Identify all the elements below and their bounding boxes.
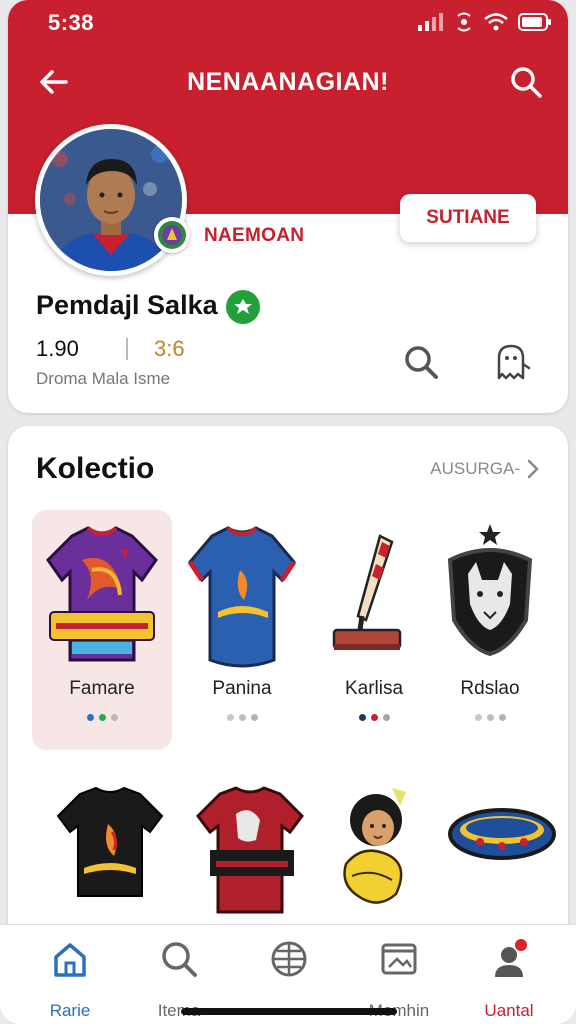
gallery-icon (381, 943, 417, 975)
item-label: Rdslao (460, 678, 520, 699)
home-indicator (181, 1008, 397, 1015)
nav-globe[interactable] (234, 939, 344, 1019)
nav-search[interactable]: Itema (124, 939, 234, 1020)
nav-label: Rarie (49, 1001, 91, 1020)
team-crest-icon (154, 217, 190, 253)
ghost-icon[interactable] (490, 340, 532, 384)
color-dot (110, 714, 118, 721)
nav-account[interactable]: Uantal (454, 939, 564, 1020)
color-dot (498, 714, 506, 721)
jersey-icon (196, 786, 304, 914)
team-name[interactable]: NAEMOAN (204, 225, 304, 247)
wristband-icon (448, 808, 556, 860)
globe-icon (271, 941, 307, 977)
color-dot (358, 714, 366, 721)
page-title: NENAANAGIAN! (187, 68, 389, 96)
search-icon (162, 942, 197, 977)
nav-label: Uantal (484, 1001, 534, 1020)
status-icons (418, 12, 552, 32)
jersey-icon (187, 526, 297, 668)
collection-item[interactable] (180, 784, 320, 934)
search-icon[interactable] (508, 64, 544, 100)
tshirt-icon (56, 786, 164, 897)
item-dots (420, 714, 560, 721)
stat-labels: Droma Mala Isme (36, 369, 171, 388)
color-dot (250, 714, 258, 721)
account-icon (495, 939, 527, 977)
stat-divider (126, 338, 128, 360)
item-label: Famare (69, 678, 135, 699)
see-all-label: AUSURGA- (430, 459, 520, 478)
nav-gallery[interactable]: Memhin (344, 939, 454, 1020)
collection-item[interactable] (40, 784, 180, 934)
collection-item[interactable]: Famare (32, 510, 172, 750)
torch-icon (332, 534, 402, 650)
nav-home[interactable]: Rarie (15, 939, 125, 1020)
profile-name: Pemdajl Salka (36, 290, 218, 320)
avatar[interactable] (35, 124, 187, 276)
mascot-icon (343, 788, 406, 904)
signal-icon (418, 13, 443, 31)
search-icon[interactable] (402, 343, 440, 381)
battery-icon (518, 13, 551, 31)
color-dot (382, 714, 390, 721)
item-dots (172, 714, 312, 721)
status-bar: 5:38 (0, 0, 576, 48)
item-dots (32, 714, 172, 721)
status-time: 5:38 (48, 10, 95, 35)
item-label: Panina (212, 678, 272, 699)
collection-item[interactable]: Rdslao (420, 510, 560, 750)
home-icon (54, 943, 86, 977)
color-dot (486, 714, 494, 721)
collection-item[interactable] (432, 784, 572, 934)
stat-value-1: 1.90 (36, 336, 79, 361)
profile-card: NENAANAGIAN! NAEMOAN SUTIANE Pemdajl Sal… (8, 0, 568, 413)
color-dot (370, 714, 378, 721)
see-all-link[interactable]: AUSURGA- (430, 459, 540, 479)
stat-value-2: 3:6 (154, 336, 185, 361)
wifi-icon (484, 13, 508, 31)
verified-icon (226, 290, 260, 324)
color-dot (238, 714, 246, 721)
wolf-shield-icon (447, 524, 533, 657)
chevron-right-icon (527, 459, 539, 479)
hotspot-icon (457, 12, 471, 32)
subscribe-button[interactable]: SUTIANE (400, 194, 536, 242)
collection-title: Kolectio (36, 452, 155, 485)
color-dot (226, 714, 234, 721)
jersey-icon (46, 526, 158, 662)
color-dot (86, 714, 94, 721)
collection-item[interactable] (312, 784, 452, 934)
collection-item[interactable]: Panina (172, 510, 312, 750)
color-dot (98, 714, 106, 721)
color-dot (474, 714, 482, 721)
